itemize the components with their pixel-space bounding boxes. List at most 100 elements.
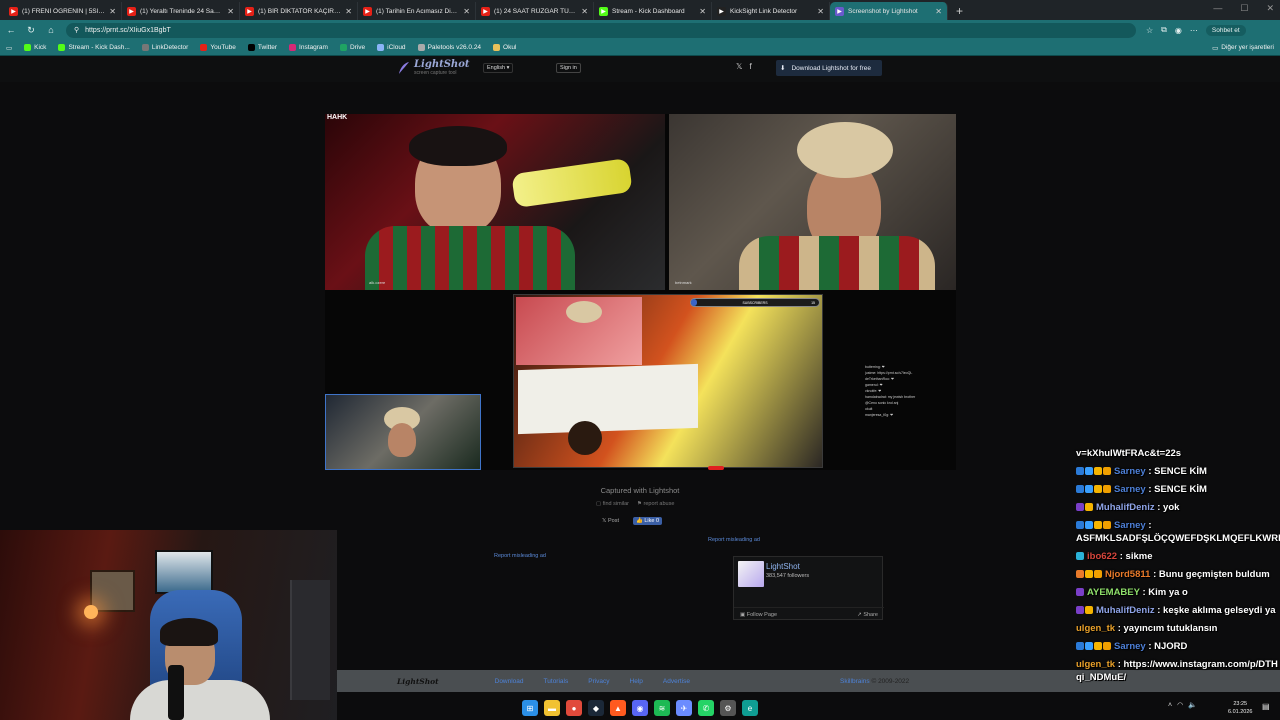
tab-title: (1) Tarihin En Acımasız Diktatör Çi [376,7,460,15]
twitter-icon[interactable]: 𝕏 [736,62,742,71]
discord-icon[interactable]: ◉ [632,700,648,716]
file-explorer-icon[interactable]: ▬ [544,700,560,716]
tab-5[interactable]: ▶ Stream - Kick Dashboard ✕ [594,2,712,20]
bookmark-5[interactable]: Instagram [289,44,328,51]
report-misleading-ad-link-1[interactable]: Report misleading ad [494,553,546,559]
chat-username[interactable]: MuhalifDeniz [1096,605,1155,616]
chat-username[interactable]: ulgen_tk [1076,659,1115,670]
chat-username[interactable]: MuhalifDeniz [1096,502,1155,513]
tab-close-icon[interactable]: ✕ [463,7,470,16]
footer-link-1[interactable]: Tutorials [544,678,569,685]
chat-username[interactable]: Sarney [1114,484,1146,495]
home-icon[interactable]: ⌂ [46,25,56,35]
tab-0[interactable]: ▶ (1) FRENİ ÖĞRENİN | 5Sliders | Mi ✕ [4,2,122,20]
lightshot-logo[interactable]: LightShot screen capture tool [398,60,470,76]
whatsapp-icon[interactable]: ✆ [698,700,714,716]
skillbrains-link[interactable]: Skillbrains [840,678,870,685]
minimize-icon[interactable]: — [1213,3,1222,14]
back-icon[interactable]: ← [6,25,16,35]
report-abuse-link[interactable]: ⚑ report abuse [637,501,674,507]
tab-6[interactable]: ▶ KickSight Link Detector ✕ [712,2,830,20]
bookmark-6[interactable]: Drive [339,44,365,51]
find-similar-link[interactable]: ▢ find similar [596,501,629,507]
chat-username[interactable]: Sarney [1114,520,1146,531]
report-misleading-ad-link-2[interactable]: Report misleading ad [708,537,760,543]
screenshot-image[interactable]: HAHK alk.ozere betnmark SUBSCRIBERS 15 b… [325,114,956,470]
extensions-icon[interactable]: ⧉ [1161,25,1167,35]
sign-in-button[interactable]: Sign in [556,63,581,73]
windows-start-icon[interactable]: ⊞ [522,700,538,716]
tab-close-icon[interactable]: ✕ [345,7,352,16]
footer-link-2[interactable]: Privacy [588,678,609,685]
maximize-icon[interactable]: ☐ [1240,3,1248,14]
tab-4[interactable]: ▶ (1) 24 SAAT RÜZGAR TÜRBİNİNDE ✕ [476,2,594,20]
wifi-icon[interactable]: ◠ [1177,701,1183,709]
steam-icon[interactable]: ◆ [588,700,604,716]
post-button[interactable]: 𝕏 Post [602,518,619,524]
chat-username[interactable]: AYEMABEY [1087,587,1140,598]
bookmark-star-icon[interactable]: ☆ [1146,26,1153,35]
facebook-icon[interactable]: f [749,62,751,71]
site-info-icon[interactable]: ⚲ [74,26,79,34]
tab-1[interactable]: ▶ (1) Yeraltı Treninde 24 Saat Hayatt ✕ [122,2,240,20]
lightshot-page-avatar[interactable] [738,561,764,587]
chrome-icon[interactable]: ● [566,700,582,716]
apps-icon[interactable]: ▭ [6,44,12,52]
bookmark-0[interactable]: Kick [24,44,46,51]
edge-icon[interactable]: e [742,700,758,716]
vpn-icon[interactable]: ✈ [676,700,692,716]
tab-close-icon[interactable]: ✕ [109,7,116,16]
tab-close-icon[interactable]: ✕ [935,7,942,16]
footer-link-4[interactable]: Advertise [663,678,690,685]
profile-avatar[interactable]: ◉ [1175,26,1182,35]
bookmark-8[interactable]: Paletools v26.0.24 [417,44,481,51]
bookmark-label: iCloud [387,44,406,51]
brave-icon[interactable]: ▲ [610,700,626,716]
tab-close-icon[interactable]: ✕ [817,7,824,16]
facebook-page-name[interactable]: LightShot [766,562,800,571]
tab-3[interactable]: ▶ (1) Tarihin En Acımasız Diktatör Çi✕ [358,2,476,20]
chevron-up-icon[interactable]: ˄ [1168,702,1172,709]
spotify-icon[interactable]: ≋ [654,700,670,716]
tab-7[interactable]: ▶ Screenshot by Lightshot ✕ [830,2,948,20]
chat-username[interactable]: Sarney [1114,641,1146,652]
bookmark-2[interactable]: LinkDetector [141,44,188,51]
menu-icon[interactable]: ⋯ [1190,26,1198,35]
tab-favicon-icon: ▶ [481,6,490,16]
settings-icon[interactable]: ⚙ [720,700,736,716]
chat-button[interactable]: Sohbet et [1205,24,1246,36]
chat-message: v=kXhuIWtFRAc&t=22s [1076,447,1280,460]
streamer-4-head [388,423,416,457]
bookmark-1[interactable]: Stream - Kick Dash... [58,44,130,51]
footer-link-0[interactable]: Download [495,678,524,685]
follow-page-button[interactable]: ▣ Follow Page [740,612,777,618]
footer-logo[interactable]: LightShot [397,677,439,686]
chat-badges [1076,642,1111,651]
chat-message: Sarney : SENCE KİM [1076,465,1280,478]
new-tab-icon[interactable]: + [948,2,971,20]
chat-username[interactable]: Njord5811 [1105,569,1150,580]
tab-close-icon[interactable]: ✕ [581,7,588,16]
bookmark-9[interactable]: Okul [493,44,516,51]
tab-close-icon[interactable]: ✕ [699,7,706,16]
tab-close-icon[interactable]: ✕ [227,7,234,16]
tab-2[interactable]: ▶ (1) BİR DİKTATÖR KAÇIRILIRSA NE✕ [240,2,358,20]
notification-icon[interactable]: ▤ [1262,702,1270,711]
system-clock[interactable]: 23:25 6.01.2026 [1228,700,1252,716]
bookmark-4[interactable]: Twitter [247,44,277,51]
chat-username[interactable]: Sarney [1114,466,1146,477]
address-bar[interactable]: ⚲ https://prnt.sc/XIiuGx1BgbT [66,22,1136,38]
chat-username[interactable]: ulgen_tk [1076,623,1115,634]
footer-link-3[interactable]: Help [630,678,643,685]
other-bookmarks[interactable]: ▭ Diğer yer işaretleri [1212,44,1274,52]
bookmark-3[interactable]: YouTube [200,44,236,51]
close-window-icon[interactable]: ✕ [1266,3,1274,14]
volume-icon[interactable]: 🔈 [1188,701,1197,709]
reload-icon[interactable]: ↻ [26,25,36,36]
share-button[interactable]: ↗ Share [857,612,878,618]
like-button[interactable]: 👍 Like 0 [632,517,663,525]
bookmark-7[interactable]: iCloud [377,44,406,51]
chat-username[interactable]: ibo622 [1087,551,1117,562]
download-lightshot-button[interactable]: ⬇ Download Lightshot for free [776,60,882,76]
language-select[interactable]: English ▾ [483,63,514,73]
